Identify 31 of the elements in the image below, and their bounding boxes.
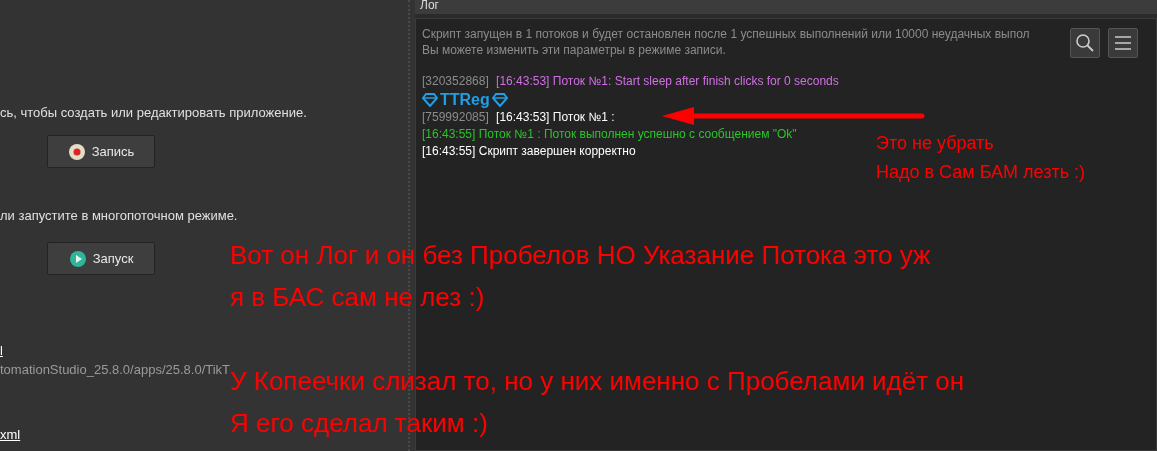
log-line: [16:43:55] Поток №1 : Поток выполнен успешно с сообщением "Ok" [422, 127, 797, 141]
banner-title: TTReg [440, 90, 490, 109]
annotation-text: Это не убрать [876, 132, 995, 155]
hint-text: сь, чтобы создать или редактировать приложение. [0, 105, 307, 120]
play-icon [68, 249, 87, 268]
menu-icon [1114, 35, 1132, 51]
menu-button[interactable] [1108, 28, 1138, 58]
diamond-icon [422, 92, 438, 107]
log-line: [16:43:53] Поток №1: Start sleep after finish clicks for 0 seconds [496, 74, 839, 88]
notice-text: Скрипт запущен в 1 потоков и будет остановлен после 1 успешных выполнений или 10000 неудачных выпол [422, 26, 1030, 42]
file-link[interactable]: xml [0, 427, 21, 442]
annotation-text: Надо в Сам БАМ лезть :) [876, 161, 1086, 184]
hint-text: ли запустите в многопоточном режиме. [0, 208, 238, 223]
log-id: [759992085] [422, 110, 489, 124]
notice-text: Вы можете изменить эти параметры в режиме записи. [422, 42, 726, 58]
record-button[interactable]: Запись [47, 135, 155, 168]
file-path: tomationStudio_25.8.0/apps/25.8.0/TikT [0, 362, 231, 377]
annotation-text: У Копеечки слизал то, но у них именно с Пробелами идёт он [230, 365, 965, 398]
panel-title: Лог [420, 0, 439, 12]
log-id: [320352868] [422, 74, 489, 88]
search-icon [1075, 33, 1095, 53]
record-icon [67, 142, 86, 161]
file-link[interactable]: l [0, 343, 3, 358]
log-line: [16:43:53] Поток №1 : [496, 110, 615, 124]
annotation-text: Я его сделал таким :) [230, 407, 489, 440]
run-button[interactable]: Запуск [47, 242, 155, 275]
annotation-text: я в БАС сам не лез :) [230, 281, 486, 314]
diamond-icon [491, 92, 508, 107]
annotation-text: Вот он Лог и он без Пробелов НО Указание Потока это уж [230, 239, 932, 272]
log-line: [16:43:55] Скрипт завершен корректно [422, 144, 636, 158]
search-button[interactable] [1070, 28, 1100, 58]
